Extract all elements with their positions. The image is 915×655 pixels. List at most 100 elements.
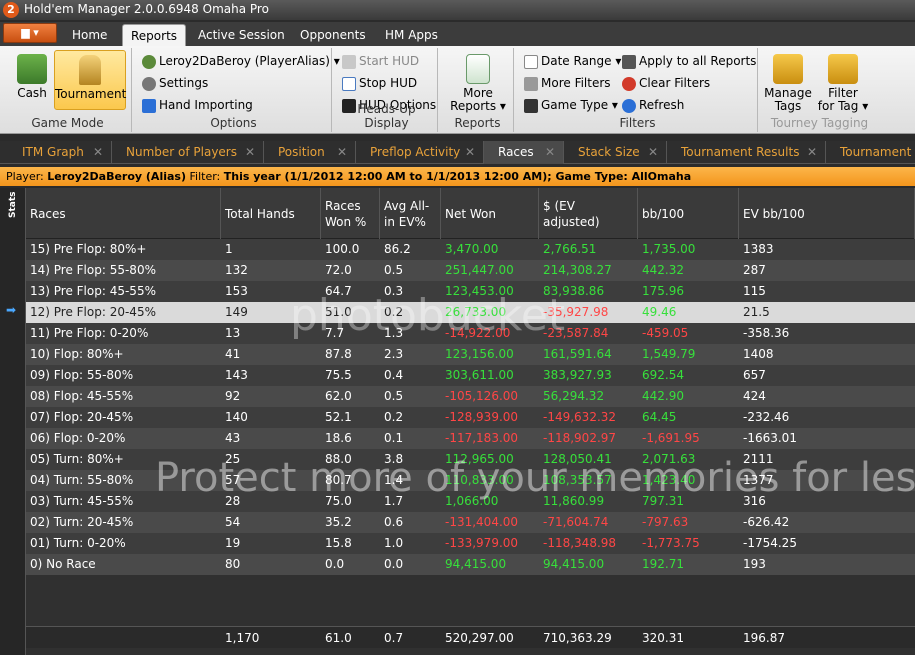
cash-button[interactable]: Cash [10, 54, 54, 100]
table-header: Races Total Hands Races Won % Avg All-in EV… [26, 188, 915, 239]
tab-races[interactable]: Races ✕ [484, 141, 564, 164]
tab-reports[interactable]: Reports [122, 24, 187, 46]
tab-stack-size[interactable]: Stack Size ✕ [564, 141, 667, 164]
refresh-label: Refresh [639, 98, 685, 112]
col-avg-allin-ev-cell: 2.3 [384, 347, 404, 361]
ribbon-tab-strip: ▆ ▾ Home Reports Active Session Opponent… [0, 22, 915, 46]
col-races-won-cell: 15.8 [325, 536, 352, 550]
tab-opponents[interactable]: Opponents [292, 24, 374, 46]
tab-hm-apps[interactable]: HM Apps [377, 24, 446, 46]
settings-button[interactable]: Settings [142, 76, 208, 91]
close-icon[interactable]: ✕ [93, 141, 103, 163]
col-total-hands-header[interactable]: Total Hands [221, 188, 321, 239]
col-bb100-header[interactable]: bb/100 [638, 188, 739, 239]
stats-label[interactable]: Stats [8, 191, 22, 218]
col-races-won-cell: 87.8 [325, 347, 352, 361]
col-ev-bb100-header[interactable]: EV bb/100 [739, 188, 915, 239]
table-row[interactable]: 06) Flop: 0-20% 43 18.6 0.1 -117,183.00 -118,… [26, 428, 915, 449]
import-arrow-icon [142, 98, 156, 113]
filter-for-tag-button[interactable]: Filter for Tag ▾ [816, 54, 870, 113]
col-races-cell: 07) Flop: 20-45% [30, 410, 134, 424]
app-menu-button[interactable]: ▆ ▾ [3, 23, 57, 43]
col-races-won-cell: 62.0 [325, 389, 352, 403]
table-row[interactable]: 0) No Race 80 0.0 0.0 94,415.00 94,415.00 192.… [26, 554, 915, 575]
more-reports-label-2: Reports [450, 99, 497, 113]
table-row[interactable]: 07) Flop: 20-45% 140 52.1 0.2 -128,939.00 -14… [26, 407, 915, 428]
col-total-hands-total: 1,170 [225, 631, 260, 645]
close-icon[interactable]: ✕ [465, 141, 475, 163]
col-ev-adjusted-header[interactable]: $ (EV adjusted) [539, 188, 638, 239]
tab-number-of-players[interactable]: Number of Players ✕ [112, 141, 264, 164]
tab-active-session[interactable]: Active Session [190, 24, 293, 46]
report-icon [466, 54, 490, 84]
col-avg-allin-ev-total: 0.7 [384, 631, 404, 645]
start-hud-label: Start HUD [359, 54, 420, 68]
start-hud-button[interactable]: Start HUD [342, 54, 419, 69]
col-total-hands-cell: 132 [225, 263, 248, 277]
tab-home[interactable]: Home [64, 24, 115, 46]
col-net-won-cell: -131,404.00 [445, 515, 519, 529]
col-ev-bb100-cell: 424 [743, 389, 766, 403]
refresh-button[interactable]: Refresh [622, 98, 684, 113]
col-avg-allin-ev-cell: 0.4 [384, 368, 404, 382]
manage-tags-label-1: Manage [764, 86, 812, 100]
col-bb100-cell: -1,773.75 [642, 536, 700, 550]
close-icon[interactable]: ✕ [245, 141, 255, 163]
tournament-button[interactable]: Tournament [54, 50, 126, 110]
close-icon[interactable]: ✕ [807, 141, 817, 163]
table-row[interactable]: 10) Flop: 80%+ 41 87.8 2.3 123,156.00 161,591… [26, 344, 915, 365]
close-icon[interactable]: ✕ [648, 141, 658, 163]
player-selector[interactable]: Leroy2DaBeroy (PlayerAlias) ▾ [142, 54, 340, 69]
col-bb100-cell: 192.71 [642, 557, 684, 571]
col-races-won-cell: 100.0 [325, 242, 360, 256]
col-total-hands-cell: 41 [225, 347, 241, 361]
user-icon [142, 54, 156, 69]
table-row[interactable]: 14) Pre Flop: 55-80% 132 72.0 0.5 251,447.00… [26, 260, 915, 281]
tab-tournament-r[interactable]: Tournament R [826, 141, 915, 181]
hand-importing-label: Hand Importing [159, 98, 253, 112]
col-races-cell: 11) Pre Flop: 0-20% [30, 326, 149, 340]
close-icon[interactable]: ✕ [337, 141, 347, 163]
more-filters-button[interactable]: More Filters [524, 76, 611, 91]
col-ev-adjusted-cell: 383,927.93 [543, 368, 612, 382]
options-group-label: Options [210, 116, 257, 130]
col-ev-bb100-cell: 657 [743, 368, 766, 382]
tab-preflop-activity[interactable]: Preflop Activity ✕ [356, 141, 484, 164]
hud-group-label: Heads-Up Display [357, 102, 416, 130]
col-bb100-cell: 64.45 [642, 410, 677, 424]
col-races-header[interactable]: Races [26, 188, 221, 239]
close-icon[interactable]: ✕ [545, 141, 555, 163]
group-filters: Date Range ▾ More Filters Game Type ▾ Ap… [518, 48, 758, 132]
clear-filters-button[interactable]: Clear Filters [622, 76, 710, 91]
col-ev-bb100-cell: 1383 [743, 242, 774, 256]
table-row[interactable]: 01) Turn: 0-20% 19 15.8 1.0 -133,979.00 -118,… [26, 533, 915, 554]
col-avg-allin-ev-cell: 0.6 [384, 515, 404, 529]
table-row[interactable]: 02) Turn: 20-45% 54 35.2 0.6 -131,404.00 -71,… [26, 512, 915, 533]
tab-itm-graph[interactable]: ITM Graph ✕ [8, 141, 112, 164]
col-races-won-header[interactable]: Races Won % [321, 188, 380, 239]
more-reports-button[interactable]: More Reports ▾ [450, 54, 506, 113]
col-ev-adjusted-total: 710,363.29 [543, 631, 612, 645]
col-avg-allin-ev-header[interactable]: Avg All-in EV% [380, 188, 441, 239]
col-net-won-header[interactable]: Net Won [441, 188, 539, 239]
window-title: Hold'em Manager 2.0.0.6948 Omaha Pro [24, 2, 269, 16]
date-range-button[interactable]: Date Range ▾ [524, 54, 621, 69]
app-logo-icon[interactable]: 2 [3, 2, 19, 18]
table-row[interactable]: 08) Flop: 45-55% 92 62.0 0.5 -105,126.00 56,2… [26, 386, 915, 407]
game-type-button[interactable]: Game Type ▾ [524, 98, 618, 113]
manage-tags-button[interactable]: Manage Tags [762, 54, 814, 113]
table-row[interactable]: 09) Flop: 55-80% 143 75.5 0.4 303,611.00 383,… [26, 365, 915, 386]
hand-importing-button[interactable]: Hand Importing [142, 98, 253, 113]
table-row[interactable]: 15) Pre Flop: 80%+ 1 100.0 86.2 3,470.00 2,76… [26, 239, 915, 260]
apply-all-reports-button[interactable]: Apply to all Reports [622, 54, 756, 69]
tab-tournament-results[interactable]: Tournament Results ✕ [667, 141, 826, 164]
col-bb100-cell: 49.46 [642, 305, 677, 319]
col-ev-adjusted-cell: 94,415.00 [543, 557, 605, 571]
col-ev-bb100-cell: 21.5 [743, 305, 770, 319]
col-bb100-total: 320.31 [642, 631, 684, 645]
group-game-mode: Cash Tournament Game Mode [4, 48, 132, 132]
tab-position[interactable]: Position ✕ [264, 141, 356, 164]
col-bb100-cell: 1,735.00 [642, 242, 696, 256]
stop-hud-button[interactable]: Stop HUD [342, 76, 417, 91]
clear-filters-label: Clear Filters [639, 76, 711, 90]
